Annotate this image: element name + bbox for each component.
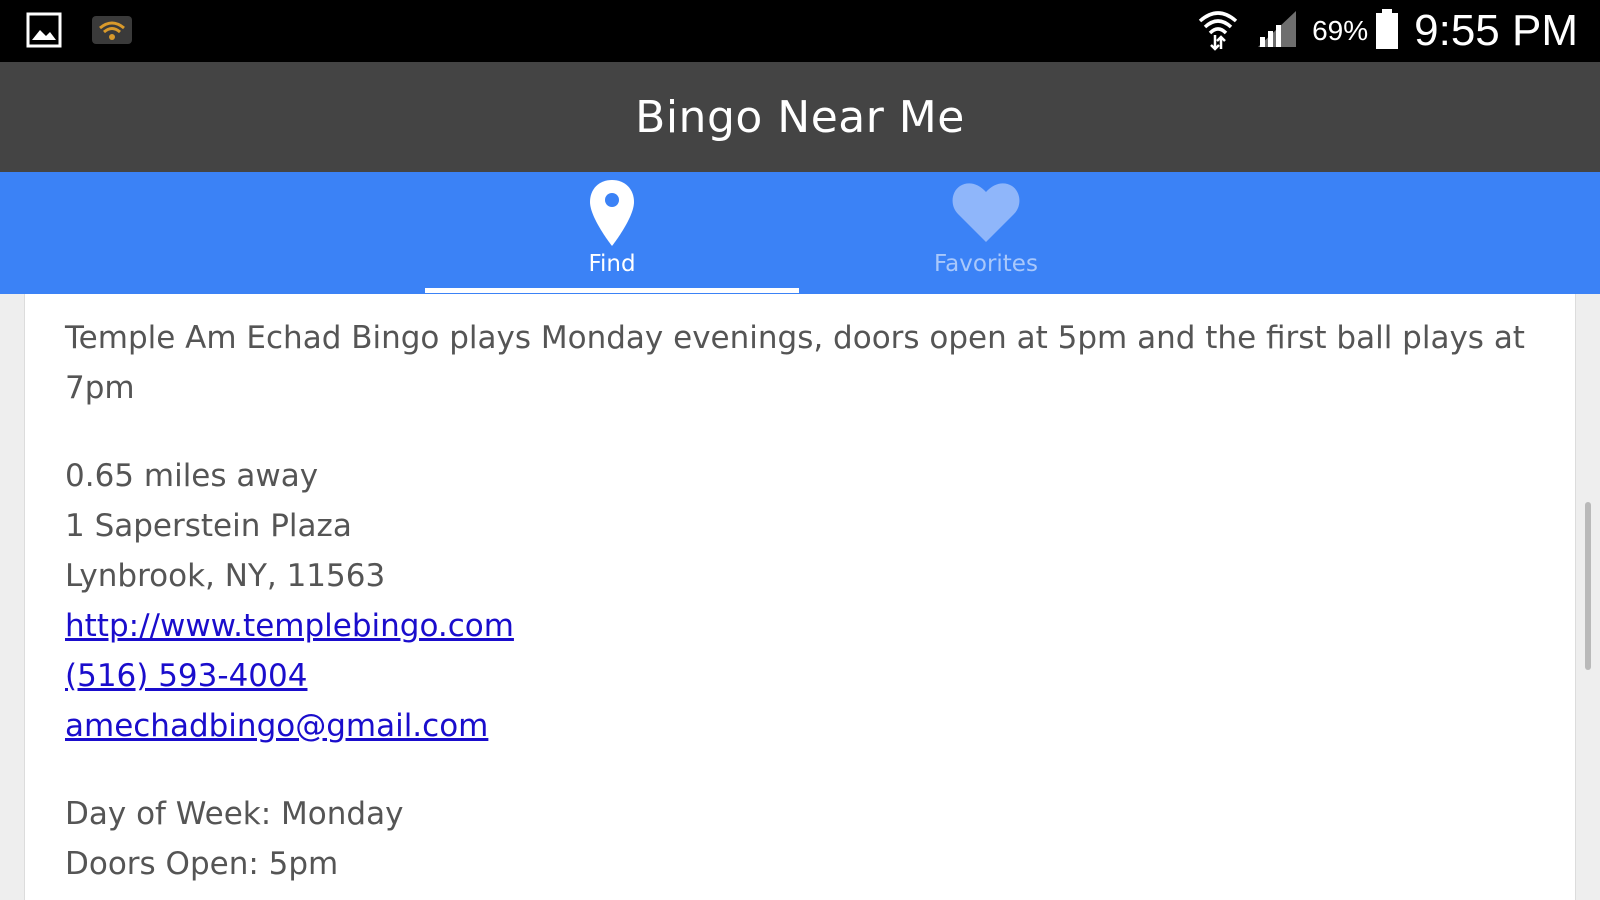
phone-link[interactable]: (516) 593-4004 (65, 651, 1525, 701)
listing-doors-open: Doors Open: 5pm (65, 846, 339, 882)
listing-day-of-week: Day of Week: Monday (65, 796, 404, 832)
email-link[interactable]: amechadbingo@gmail.com (65, 701, 1525, 751)
battery-percent: 69% (1312, 15, 1369, 46)
heart-icon (952, 177, 1020, 249)
clock: 9:55 PM (1414, 6, 1578, 55)
listing-distance: 0.65 miles away (65, 458, 319, 494)
status-left-icons (26, 12, 134, 53)
wifi-hotspot-icon (90, 12, 134, 53)
app-title-bar: Bingo Near Me (0, 62, 1600, 172)
tab-favorites-label: Favorites (934, 251, 1038, 277)
app-title: Bingo Near Me (635, 91, 965, 143)
tab-find[interactable]: Find (425, 172, 799, 294)
status-bar: 69% 9:55 PM (0, 0, 1600, 62)
tab-favorites[interactable]: Favorites (799, 172, 1173, 294)
website-link[interactable]: http://www.templebingo.com (65, 601, 1525, 651)
listing-address-line2: Lynbrook, NY, 11563 (65, 558, 386, 594)
tab-bar: Find Favorites (0, 172, 1600, 294)
status-right: 69% 9:55 PM (1196, 0, 1578, 62)
battery-icon (1374, 8, 1400, 55)
scrollbar[interactable] (1585, 502, 1591, 670)
tab-find-label: Find (588, 251, 636, 277)
wifi-icon (1196, 7, 1240, 56)
listing-description: Temple Am Echad Bingo plays Monday eveni… (65, 320, 1525, 406)
signal-icon (1256, 9, 1298, 54)
active-tab-indicator (425, 288, 799, 293)
listing-details: Temple Am Echad Bingo plays Monday eveni… (65, 313, 1525, 889)
listing-address-line1: 1 Saperstein Plaza (65, 508, 352, 544)
location-pin-icon (588, 177, 636, 249)
gallery-icon (26, 12, 62, 53)
